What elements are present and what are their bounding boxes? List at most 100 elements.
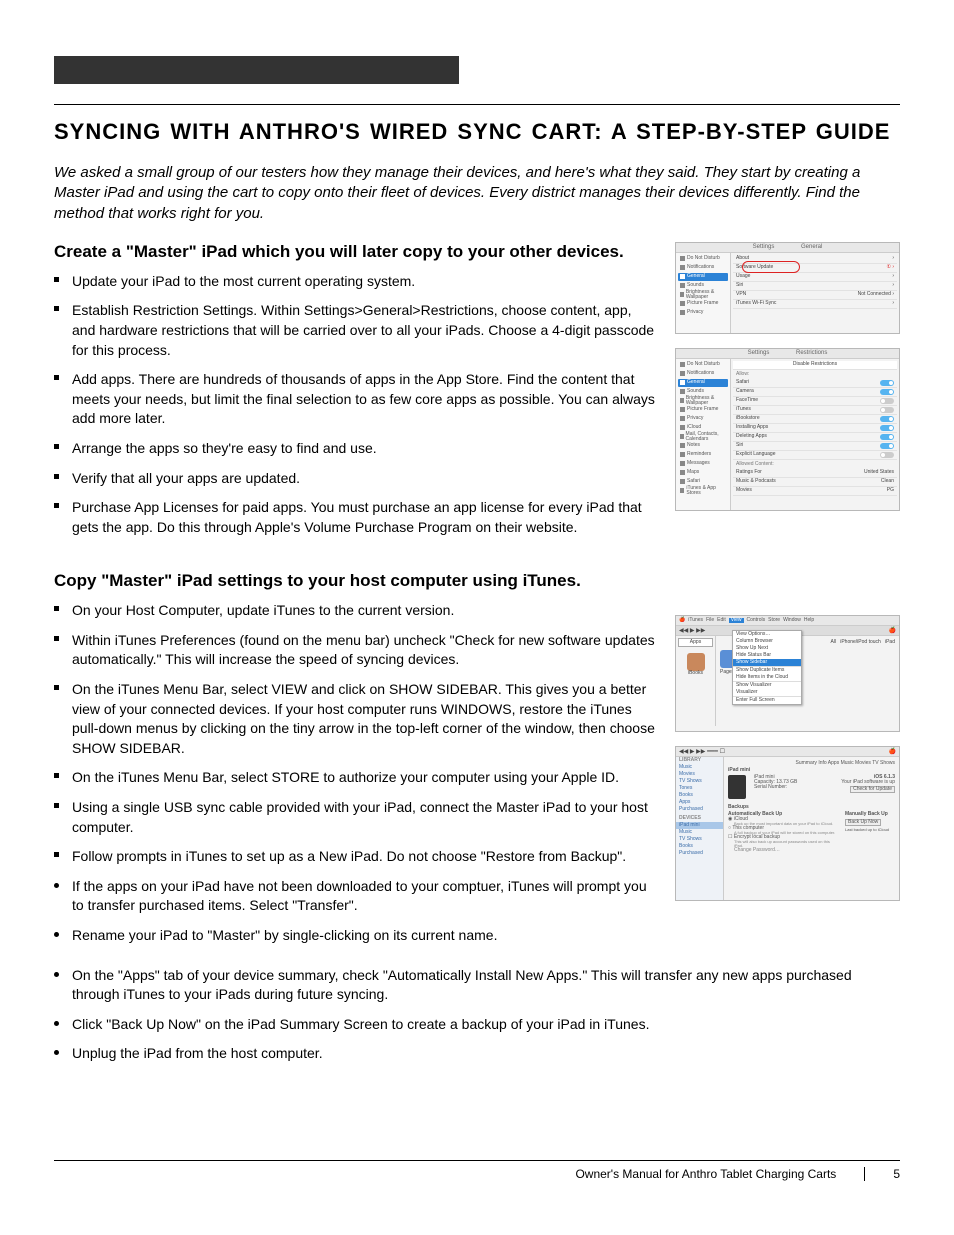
sidebar-item: Safari [687, 479, 700, 484]
section-2-list-round: If the apps on your iPad have not been d… [54, 877, 655, 946]
sidebar-item: Privacy [687, 416, 703, 421]
check-update-button: Check for Update [850, 786, 895, 793]
shot-title: Settings [753, 244, 775, 250]
row-label: Camera [736, 389, 754, 394]
section-2: Copy "Master" iPad settings to your host… [54, 557, 900, 955]
ibooks-icon [687, 653, 705, 671]
tab: Info [818, 760, 826, 766]
sidebar-item: Notifications [687, 265, 714, 270]
intro-paragraph: We asked a small group of our testers ho… [54, 163, 900, 224]
list-item: Follow prompts in iTunes to set up as a … [72, 847, 655, 867]
row-label: Music & Podcasts [736, 479, 776, 484]
menu-item: Controls [747, 618, 766, 623]
tab: iPhone/iPod touch [840, 639, 881, 645]
sidebar-item: Music [676, 764, 723, 771]
list-item: If the apps on your iPad have not been d… [72, 877, 655, 916]
list-item: Arrange the apps so they're easy to find… [72, 439, 655, 459]
menu-item: Show Up Next [733, 645, 801, 652]
list-item: Establish Restriction Settings. Within S… [72, 301, 655, 360]
list-item: Unplug the iPad from the host computer. [72, 1044, 900, 1064]
menu-item: Hide Status Bar [733, 652, 801, 659]
row-value: Clean [881, 479, 894, 484]
sidebar-item: Sounds [687, 389, 704, 394]
row-label: Installing Apps [736, 425, 768, 430]
sidebar-item: Notes [687, 443, 700, 448]
sidebar-item: iTunes & App Stores [686, 486, 726, 496]
device-image-icon [728, 775, 746, 799]
sidebar-item: Notifications [687, 371, 714, 376]
toggle-on-icon [880, 434, 894, 440]
menu-item: Show Sidebar [733, 659, 801, 666]
tab: Music [841, 760, 854, 766]
device-name: iPad mini [728, 768, 895, 773]
shot-title: Settings [748, 350, 770, 356]
screenshot-restrictions: Settings Restrictions Do Not Disturb Not… [675, 348, 900, 511]
page-content: SYNCING WITH ANTHRO'S WIRED SYNC CART: A… [54, 104, 900, 1074]
row-label: iTunes Wi-Fi Sync [736, 301, 776, 306]
menu-item: Hide Items in the Cloud [733, 674, 801, 681]
sidebar-item: Brightness & Wallpaper [686, 396, 726, 406]
list-item: On the "Apps" tab of your device summary… [72, 966, 900, 1005]
tab: TV Shows [872, 760, 895, 766]
sidebar-item: TV Shows [676, 836, 723, 843]
menu-item: Store [768, 618, 780, 623]
sidebar-item: Privacy [687, 310, 703, 315]
sidebar-item: Brightness & Wallpaper [686, 290, 726, 300]
list-item: Add apps. There are hundreds of thousand… [72, 370, 655, 429]
menu-item: View Options… [733, 631, 801, 638]
sidebar-item: Mail, Contacts, Calendars [686, 432, 726, 442]
section-1-list: Update your iPad to the most current ope… [54, 272, 655, 538]
sidebar-item: Picture Frame [687, 407, 718, 412]
menu-item: View [729, 618, 744, 623]
section-2-list-continued: On the "Apps" tab of your device summary… [54, 966, 900, 1064]
sidebar-item: Books [676, 843, 723, 850]
ios-desc: Your iPad software is up [841, 780, 895, 785]
sidebar-item: Music [676, 829, 723, 836]
section-1-heading: Create a "Master" iPad which you will la… [54, 242, 655, 262]
shot-title: General [801, 244, 822, 250]
toggle-on-icon [880, 425, 894, 431]
section-label: Allowed Content: [733, 460, 897, 469]
menu-item: Enter Full Screen [733, 696, 801, 704]
last-backup: Last backed up to iCloud [845, 828, 895, 832]
toggle-off-icon [880, 452, 894, 458]
row-value: Not Connected [858, 291, 891, 297]
page-footer: Owner's Manual for Anthro Tablet Chargin… [54, 1160, 900, 1181]
sidebar-item: Purchased [676, 806, 723, 813]
row-label: Explicit Language [736, 452, 775, 457]
section-2-list-square: On your Host Computer, update iTunes to … [54, 601, 655, 867]
list-item: On the iTunes Menu Bar, select STORE to … [72, 768, 655, 788]
row-label: Disable Restrictions [793, 362, 837, 367]
shot-title: Restrictions [796, 350, 827, 356]
sidebar-item: General [687, 380, 705, 385]
sidebar-item: iCloud [687, 425, 701, 430]
tab: Summary [796, 760, 817, 766]
list-item: Using a single USB sync cable provided w… [72, 798, 655, 837]
tab: iPad [885, 639, 895, 645]
row-label: iTunes [736, 407, 751, 412]
sidebar-item: Picture Frame [687, 301, 718, 306]
row-label: Safari [736, 380, 749, 385]
screenshot-settings-general: Settings General Do Not Disturb Notifica… [675, 242, 900, 334]
menu-item: File [706, 618, 714, 623]
section-2-heading: Copy "Master" iPad settings to your host… [54, 571, 655, 591]
toggle-on-icon [880, 443, 894, 449]
apps-selector: Apps [678, 638, 713, 647]
toggle-on-icon [880, 389, 894, 395]
footer-divider [864, 1167, 865, 1181]
sidebar-header: LIBRARY [676, 757, 723, 764]
toggle-on-icon [880, 380, 894, 386]
view-dropdown: View Options… Column Browser Show Up Nex… [732, 630, 802, 705]
toggle-off-icon [880, 398, 894, 404]
sidebar-item: Messages [687, 461, 710, 466]
menu-item: Help [804, 618, 814, 623]
list-item: On your Host Computer, update iTunes to … [72, 601, 655, 621]
row-label: About [736, 256, 749, 261]
footer-text: Owner's Manual for Anthro Tablet Chargin… [575, 1167, 836, 1181]
row-value: PG [887, 488, 894, 493]
sidebar-item: Reminders [687, 452, 711, 457]
row-label: Software Update [736, 265, 773, 270]
header-bar [54, 56, 459, 84]
list-item: Rename your iPad to "Master" by single-c… [72, 926, 655, 946]
sidebar-item: Tones [676, 785, 723, 792]
